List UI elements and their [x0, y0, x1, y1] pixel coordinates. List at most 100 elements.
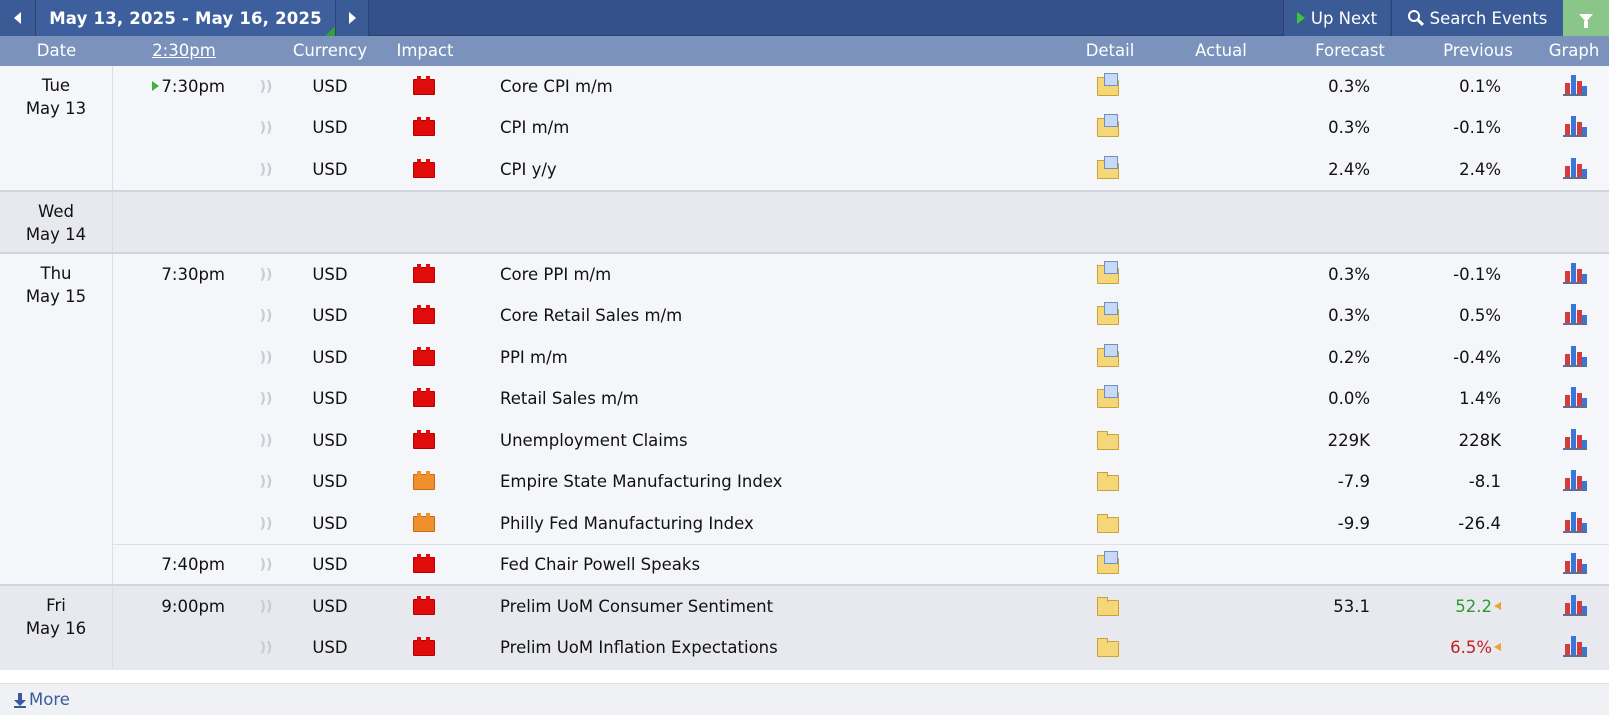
graph-button[interactable]: [1563, 586, 1589, 629]
detail-button[interactable]: [1097, 544, 1123, 587]
day-date: May 16: [25, 619, 87, 638]
folder-icon: [1097, 638, 1119, 657]
event-title[interactable]: Core CPI m/m: [500, 66, 1060, 109]
sound-icon[interactable]: )): [256, 627, 276, 670]
graph-button[interactable]: [1563, 544, 1589, 587]
sound-icon[interactable]: )): [256, 503, 276, 546]
graph-button[interactable]: [1563, 66, 1589, 109]
bar-chart-icon: [1563, 636, 1587, 657]
event-forecast: 0.0%: [1328, 389, 1370, 408]
event-previous: -0.4%: [1410, 337, 1528, 380]
event-previous: [1410, 544, 1528, 587]
impact-icon: [413, 420, 435, 463]
detail-button[interactable]: [1097, 149, 1123, 192]
event-title[interactable]: Retail Sales m/m: [500, 378, 1060, 421]
sound-icon[interactable]: )): [256, 420, 276, 463]
event-title[interactable]: PPI m/m: [500, 337, 1060, 380]
filter-button[interactable]: [1563, 0, 1609, 36]
up-next-button[interactable]: Up Next: [1283, 0, 1390, 36]
detail-button[interactable]: [1097, 378, 1123, 421]
sound-icon[interactable]: )): [256, 254, 276, 297]
event-row[interactable]: )) USD Prelim UoM Inflation Expectations 6.…: [0, 627, 1609, 670]
graph-button[interactable]: [1563, 420, 1589, 463]
sound-icon[interactable]: )): [256, 586, 276, 629]
event-row[interactable]: )) USD CPI y/y 2.4% 2.4%: [0, 149, 1609, 192]
detail-button[interactable]: [1097, 627, 1123, 670]
event-title[interactable]: Core PPI m/m: [500, 254, 1060, 297]
event-currency: USD: [312, 265, 348, 284]
play-icon: [1296, 12, 1305, 24]
detail-button[interactable]: [1097, 66, 1123, 109]
sound-icon[interactable]: )): [256, 295, 276, 338]
event-row[interactable]: )) USD PPI m/m 0.2% -0.4%: [0, 337, 1609, 380]
graph-button[interactable]: [1563, 107, 1589, 150]
next-week-button[interactable]: [335, 0, 369, 36]
more-label: More: [29, 690, 70, 709]
event-row[interactable]: 7:40pm)) USD Fed Chair Powell Speaks: [0, 544, 1609, 587]
detail-button[interactable]: [1097, 586, 1123, 629]
header-forecast: Forecast: [1315, 41, 1385, 60]
high-impact-icon: [413, 305, 435, 324]
event-title[interactable]: Philly Fed Manufacturing Index: [500, 503, 1060, 546]
event-row[interactable]: 7:30pm)) USD Core CPI m/m 0.3% 0.1%: [0, 66, 1609, 109]
date-range-label[interactable]: May 13, 2025 - May 16, 2025: [36, 0, 335, 36]
sound-icon[interactable]: )): [256, 461, 276, 504]
sound-icon[interactable]: )): [256, 149, 276, 192]
detail-button[interactable]: [1097, 503, 1123, 546]
graph-button[interactable]: [1563, 149, 1589, 192]
event-row[interactable]: )) USD CPI m/m 0.3% -0.1%: [0, 107, 1609, 150]
graph-button[interactable]: [1563, 378, 1589, 421]
event-row[interactable]: )) USD Unemployment Claims 229K 228K: [0, 420, 1609, 463]
sound-icon[interactable]: )): [256, 378, 276, 421]
event-title[interactable]: Fed Chair Powell Speaks: [500, 544, 1060, 587]
detail-button[interactable]: [1097, 107, 1123, 150]
event-title[interactable]: Prelim UoM Inflation Expectations: [500, 627, 1060, 670]
graph-button[interactable]: [1563, 295, 1589, 338]
download-arrow-icon: [14, 692, 26, 708]
high-impact-icon: [413, 388, 435, 407]
event-row[interactable]: )) USD Philly Fed Manufacturing Index -9.9 -…: [0, 503, 1609, 546]
impact-icon: [413, 337, 435, 380]
event-previous: 2.4%: [1410, 149, 1528, 192]
calendar-toolbar: May 13, 2025 - May 16, 2025 Up Next Sear…: [0, 0, 1609, 36]
graph-button[interactable]: [1563, 337, 1589, 380]
event-row[interactable]: )) USD Empire State Manufacturing Index -7.…: [0, 461, 1609, 504]
event-title[interactable]: Unemployment Claims: [500, 420, 1060, 463]
graph-button[interactable]: [1563, 461, 1589, 504]
event-row[interactable]: 9:00pm)) USD Prelim UoM Consumer Sentiment…: [0, 586, 1609, 629]
event-title[interactable]: Empire State Manufacturing Index: [500, 461, 1060, 504]
event-row[interactable]: )) USD Retail Sales m/m 0.0% 1.4%: [0, 378, 1609, 421]
event-row[interactable]: )) USD Core Retail Sales m/m 0.3% 0.5%: [0, 295, 1609, 338]
day-weekday: Tue: [41, 76, 71, 95]
graph-button[interactable]: [1563, 503, 1589, 546]
high-impact-icon: [413, 430, 435, 449]
event-title[interactable]: CPI y/y: [500, 149, 1060, 192]
day-weekday: Wed: [38, 202, 74, 221]
search-events-button[interactable]: Search Events: [1391, 0, 1563, 36]
event-title[interactable]: Core Retail Sales m/m: [500, 295, 1060, 338]
more-link[interactable]: More: [14, 684, 70, 715]
event-row[interactable]: 7:30pm)) USD Core PPI m/m 0.3% -0.1%: [0, 254, 1609, 297]
sound-icon[interactable]: )): [256, 337, 276, 380]
detail-button[interactable]: [1097, 337, 1123, 380]
detail-button[interactable]: [1097, 254, 1123, 297]
detail-button[interactable]: [1097, 420, 1123, 463]
graph-button[interactable]: [1563, 627, 1589, 670]
header-time-zone-link[interactable]: 2:30pm: [130, 36, 238, 66]
previous-week-button[interactable]: [0, 0, 36, 36]
event-title[interactable]: Prelim UoM Consumer Sentiment: [500, 586, 1060, 629]
sound-icon[interactable]: )): [256, 544, 276, 587]
open-folder-icon: [1097, 551, 1119, 574]
event-forecast: 2.4%: [1328, 160, 1370, 179]
event-title[interactable]: CPI m/m: [500, 107, 1060, 150]
detail-button[interactable]: [1097, 461, 1123, 504]
detail-button[interactable]: [1097, 295, 1123, 338]
event-previous-text: 6.5%: [1450, 638, 1492, 657]
event-forecast: [1280, 627, 1398, 670]
graph-button[interactable]: [1563, 254, 1589, 297]
search-icon: [1407, 10, 1424, 27]
impact-icon: [413, 461, 435, 504]
sound-icon[interactable]: )): [256, 66, 276, 109]
sound-icon[interactable]: )): [256, 107, 276, 150]
open-folder-icon: [1097, 302, 1119, 325]
